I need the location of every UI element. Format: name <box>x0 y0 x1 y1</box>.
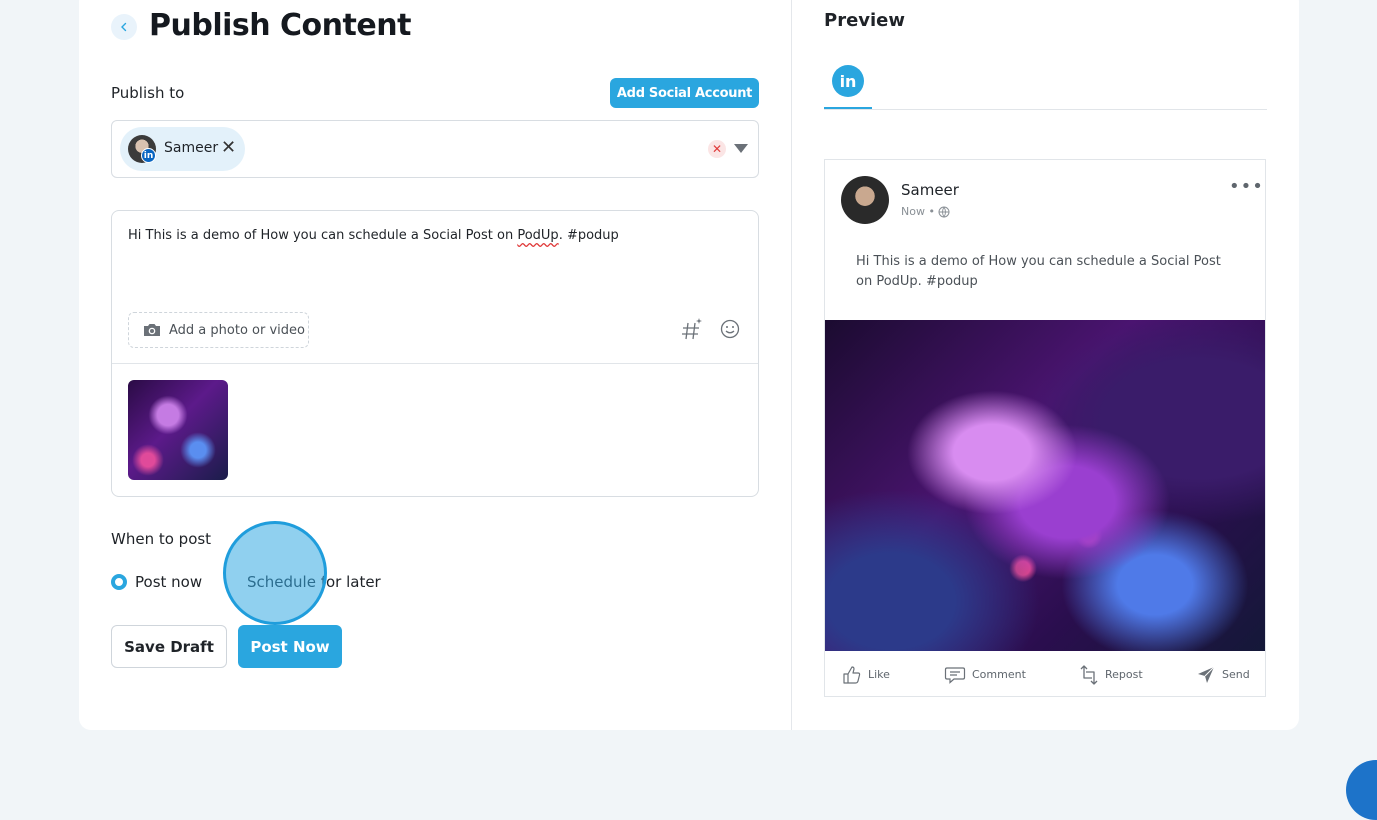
repost-icon <box>1080 664 1098 685</box>
hashtag-icon[interactable] <box>680 317 704 341</box>
caret-down-icon[interactable] <box>734 144 748 153</box>
clear-selection-icon[interactable]: ✕ <box>708 140 726 158</box>
add-social-account-button[interactable]: Add Social Account <box>610 78 759 108</box>
post-text-misspelled: PodUp <box>517 228 559 243</box>
account-select[interactable]: in Sameer ✕ ✕ <box>111 120 759 178</box>
save-draft-button[interactable]: Save Draft <box>111 625 227 668</box>
repost-label: Repost <box>1105 668 1143 681</box>
globe-icon <box>938 206 950 218</box>
repost-action: Repost <box>1079 664 1143 686</box>
send-icon <box>1198 666 1215 683</box>
publish-to-label: Publish to <box>111 84 185 102</box>
like-icon <box>843 665 861 684</box>
avatar <box>841 176 889 224</box>
tab-linkedin[interactable]: in <box>832 65 864 97</box>
preview-post-text: Hi This is a demo of How you can schedul… <box>856 254 1221 289</box>
composer-divider <box>112 363 758 364</box>
preview-actions: Like Comment Repost Send <box>825 653 1265 696</box>
page-title: Publish Content <box>149 8 411 43</box>
add-photo-video-button[interactable]: Add a photo or video <box>128 312 309 348</box>
emoji-icon[interactable] <box>720 319 740 339</box>
post-now-radio[interactable] <box>111 574 127 590</box>
help-widget-button[interactable] <box>1346 760 1377 820</box>
tabs-divider <box>824 109 1267 110</box>
account-chip: in Sameer ✕ <box>120 127 245 171</box>
comment-icon <box>944 666 966 684</box>
linkedin-post-preview: Sameer Now • ••• Hi This is a demo of Ho… <box>824 159 1266 697</box>
camera-icon <box>144 324 160 336</box>
preview-image <box>825 320 1265 651</box>
preview-timestamp: Now • <box>901 205 935 218</box>
linkedin-icon: in <box>839 71 857 91</box>
account-chip-name: Sameer <box>164 140 219 156</box>
preview-title: Preview <box>824 10 906 31</box>
chevron-left-icon <box>121 22 127 32</box>
panel-divider <box>791 0 792 730</box>
post-now-label: Post now <box>135 573 203 591</box>
when-to-post-label: When to post <box>111 530 212 548</box>
like-label: Like <box>868 668 890 681</box>
send-label: Send <box>1222 668 1250 681</box>
post-now-option[interactable]: Post now <box>111 573 202 591</box>
remove-account-icon[interactable]: ✕ <box>221 137 236 158</box>
post-text-part: . #podup <box>558 228 619 243</box>
comment-action: Comment <box>944 665 1026 685</box>
send-action: Send <box>1196 665 1250 685</box>
preview-author-name: Sameer <box>901 181 959 199</box>
like-action: Like <box>842 665 890 685</box>
media-thumbnail[interactable] <box>128 380 228 480</box>
add-media-label: Add a photo or video <box>169 322 305 338</box>
preview-meta: Now • <box>901 205 950 218</box>
comment-label: Comment <box>972 668 1026 681</box>
post-now-button[interactable]: Post Now <box>238 625 342 668</box>
post-text-input[interactable]: Hi This is a demo of How you can schedul… <box>128 228 619 243</box>
click-indicator <box>223 521 327 625</box>
more-options-icon[interactable]: ••• <box>1229 176 1264 197</box>
back-button[interactable] <box>111 14 137 40</box>
post-text-part: Hi This is a demo of How you can schedul… <box>128 228 518 243</box>
linkedin-badge-icon: in <box>141 148 156 163</box>
post-composer: Hi This is a demo of How you can schedul… <box>111 210 759 497</box>
